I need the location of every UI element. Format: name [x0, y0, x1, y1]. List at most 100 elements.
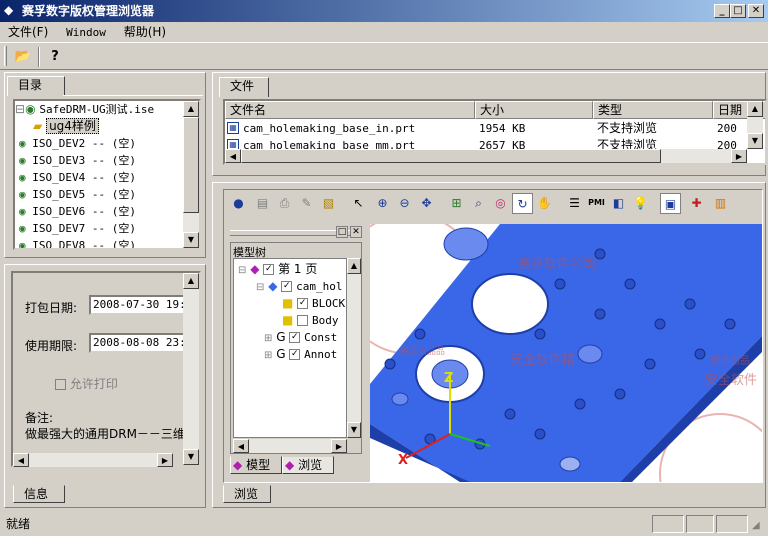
edit-icon[interactable]: ✎	[296, 193, 317, 214]
panel-restore-icon[interactable]: □	[336, 226, 348, 238]
menu-window[interactable]: Window	[66, 26, 106, 39]
table-row[interactable]: ▦ cam_holemaking_base_in.prt 1954 KB 不支持…	[225, 120, 745, 137]
tree-node-annot[interactable]: ⊞ G ✓ Annot	[264, 346, 337, 363]
open-folder-icon[interactable]: 📂	[12, 46, 34, 68]
file-size: 1954 KB	[479, 122, 526, 135]
tree-node-dev7[interactable]: ◉ ISO_DEV7 -- (空)	[19, 220, 136, 237]
zoom-window-icon[interactable]: ⌕	[468, 193, 489, 214]
tree-node-const[interactable]: ⊞ G ✓ Const	[264, 329, 337, 346]
model-tree-toggle-icon[interactable]: ▣	[660, 193, 681, 214]
scroll-down-icon[interactable]: ▼	[183, 449, 199, 465]
expiry-label: 使用期限:	[25, 339, 78, 353]
scroll-right-icon[interactable]: ▶	[731, 149, 747, 163]
scroll-up-icon[interactable]: ▲	[183, 101, 199, 117]
tab-browse-tree[interactable]: ◆ 浏览	[282, 456, 334, 474]
scroll-up-icon[interactable]: ▲	[747, 101, 763, 117]
tab-catalog[interactable]: 目录	[7, 76, 65, 96]
catalog-panel: 目录 ⊟◉ SafeDRM-UG测试.ise ▰ ug4样例 ◉ ISO_DEV…	[4, 72, 206, 258]
scroll-down-icon[interactable]: ▼	[747, 133, 763, 149]
hand-icon[interactable]: ✋	[534, 193, 555, 214]
note-value: 做最强大的通用DRM－－三维V	[25, 427, 194, 441]
panel-close-icon[interactable]: ✕	[350, 226, 362, 238]
scroll-thumb[interactable]	[183, 117, 199, 213]
scroll-right-icon[interactable]: ▶	[157, 453, 173, 467]
scroll-thumb[interactable]	[241, 149, 661, 163]
scroll-right-icon[interactable]: ▶	[331, 439, 347, 453]
layers-icon[interactable]: ☰	[564, 193, 585, 214]
model-tree-vscrollbar[interactable]: ▲ ▼	[347, 258, 361, 438]
model-tree[interactable]: ⊟ ◆ ✓ 第 1 页 ⊟ ◆ ✓ cam_hol ■ ✓ BLOCK ■ Bo…	[233, 258, 347, 438]
tree-node-dev3[interactable]: ◉ ISO_DEV3 -- (空)	[19, 152, 136, 169]
resize-grip-icon[interactable]: ◢	[752, 520, 766, 534]
info-scrollbar[interactable]: ▲ ▼	[183, 273, 199, 465]
catalog-tree[interactable]: ⊟◉ SafeDRM-UG测试.ise ▰ ug4样例 ◉ ISO_DEV2 -…	[13, 99, 201, 250]
file-list[interactable]: 文件名 大小 类型 日期 ▦ cam_holemaking_base_in.pr…	[223, 99, 767, 165]
pan-arrows-icon[interactable]: ✥	[416, 193, 437, 214]
allow-print-checkbox: 允许打印	[55, 375, 118, 392]
tree-node-dev5[interactable]: ◉ ISO_DEV5 -- (空)	[19, 186, 136, 203]
status-text: 就绪	[6, 517, 31, 531]
zoom-out-icon[interactable]: ⊖	[394, 193, 415, 214]
tree-node-page[interactable]: ⊟ ◆ ✓ 第 1 页	[238, 261, 317, 278]
window-title: 赛孚数字版权管理浏览器	[22, 4, 155, 18]
help-icon[interactable]: ?	[44, 46, 66, 68]
pmi-icon[interactable]: PMI	[586, 193, 607, 214]
maximize-button[interactable]: □	[730, 4, 746, 18]
tree-node-block[interactable]: ■ ✓ BLOCK	[282, 295, 345, 312]
print-preview-icon[interactable]: ▤	[252, 193, 273, 214]
axis-label-x: X	[398, 453, 408, 468]
scroll-down-icon[interactable]: ▼	[183, 232, 199, 248]
tree-node-cam[interactable]: ⊟ ◆ ✓ cam_hol	[256, 278, 342, 295]
catalog-scrollbar[interactable]: ▲ ▼	[183, 101, 199, 248]
export-icon[interactable]: ▥	[710, 193, 731, 214]
column-size[interactable]: 大小	[475, 101, 593, 119]
column-type[interactable]: 类型	[593, 101, 713, 119]
light-bulb-icon[interactable]: 💡	[630, 193, 651, 214]
scroll-up-icon[interactable]: ▲	[183, 273, 199, 289]
file-vscrollbar[interactable]: ▲ ▼	[747, 101, 763, 149]
menu-help[interactable]: 帮助(H)	[124, 25, 166, 39]
select-arrow-icon[interactable]: ↖	[348, 193, 369, 214]
model-icon: ◆	[233, 458, 243, 472]
file-type: 不支持浏览	[597, 121, 658, 135]
zoom-fit-icon[interactable]: ⊞	[446, 193, 467, 214]
minimize-button[interactable]: _	[714, 4, 730, 18]
rotate-icon[interactable]: ↻	[512, 193, 533, 214]
model-tree-hscrollbar[interactable]: ◀ ▶	[233, 439, 347, 453]
scroll-left-icon[interactable]: ◀	[233, 439, 249, 453]
file-name: cam_holemaking_base_in.prt	[243, 122, 416, 135]
tree-node-root[interactable]: ⊟◉ SafeDRM-UG测试.ise	[15, 101, 154, 118]
scroll-left-icon[interactable]: ◀	[225, 149, 241, 163]
info-hscrollbar[interactable]: ◀ ▶	[13, 453, 173, 467]
file-hscrollbar[interactable]: ◀ ▶	[225, 149, 747, 163]
tab-files[interactable]: 文件	[219, 77, 269, 97]
tree-node-dev6[interactable]: ◉ ISO_DEV6 -- (空)	[19, 203, 136, 220]
zoom-region-icon[interactable]: ◎	[490, 193, 511, 214]
tab-model[interactable]: ◆ 模型	[230, 456, 282, 474]
tree-node-ug4[interactable]: ▰ ug4样例	[33, 118, 99, 135]
viewer-panel: ● ▤ ⎙ ✎ ▧ ↖ ⊕ ⊖ ✥ ⊞ ⌕ ◎ ↻ ✋ ☰ PMI ◧ 💡 ▣ …	[212, 182, 766, 508]
tree-node-dev2[interactable]: ◉ ISO_DEV2 -- (空)	[19, 135, 136, 152]
tab-line	[63, 95, 203, 96]
scroll-left-icon[interactable]: ◀	[13, 453, 29, 467]
model-viewport[interactable]: Z X 赛孚软件公司 赛孚出品品 安全软件精 赛孚出品 安全软件	[370, 224, 762, 482]
tree-node-body[interactable]: ■ Body	[282, 312, 339, 329]
assembly-icon[interactable]: ✚	[686, 193, 707, 214]
file-icon: ▦	[227, 122, 239, 134]
close-button[interactable]: ✕	[748, 4, 764, 18]
zoom-in-icon[interactable]: ⊕	[372, 193, 393, 214]
tab-info[interactable]: 信息	[13, 485, 65, 503]
section-view-icon[interactable]: ◧	[608, 193, 629, 214]
info-icon[interactable]: ●	[228, 193, 249, 214]
tree-node-dev4[interactable]: ◉ ISO_DEV4 -- (空)	[19, 169, 136, 186]
copy-icon[interactable]: ▧	[318, 193, 339, 214]
tree-node-dev8[interactable]: ◉ ISO_DEV8 -- (空)	[19, 237, 136, 248]
print-icon[interactable]: ⎙	[274, 193, 295, 214]
column-name[interactable]: 文件名	[225, 101, 475, 119]
menu-file[interactable]: 文件(F)	[8, 25, 48, 39]
scroll-up-icon[interactable]: ▲	[347, 258, 361, 274]
note-label: 备注:	[25, 411, 54, 425]
tab-browse[interactable]: 浏览	[223, 485, 271, 503]
scroll-down-icon[interactable]: ▼	[347, 422, 361, 438]
cad-model-render: Z X 赛孚软件公司 赛孚出品品 安全软件精 赛孚出品 安全软件	[370, 224, 762, 482]
